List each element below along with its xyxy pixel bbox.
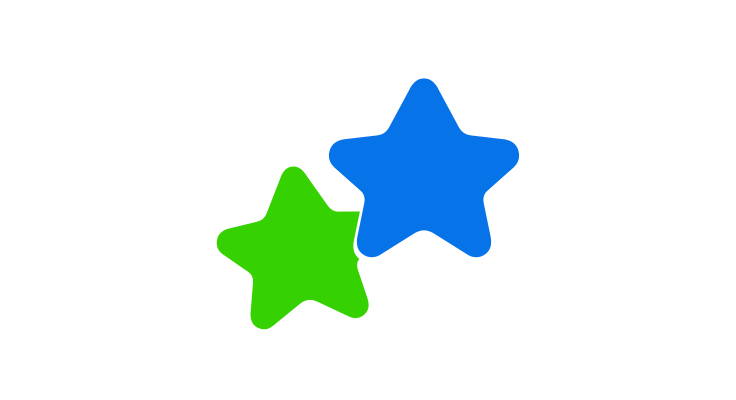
two-stars-logo xyxy=(208,74,525,334)
logo-canvas xyxy=(0,0,736,400)
